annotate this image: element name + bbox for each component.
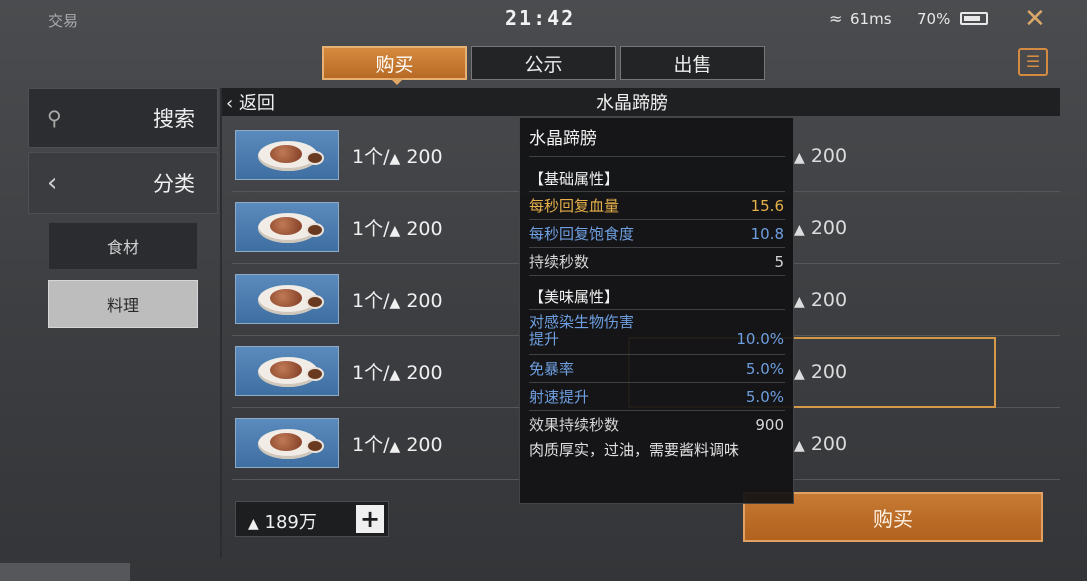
subcategory-label: 料理	[106, 296, 139, 315]
attr-row: 每秒回复饱食度 10.8	[529, 225, 784, 243]
currency-icon: ▲	[794, 150, 805, 166]
subcategory-label: 食材	[106, 238, 139, 257]
flavor-attributes-header: 【美味属性】	[529, 288, 620, 306]
listing-price: 1个/▲ 200	[352, 434, 443, 456]
close-icon[interactable]: ✕	[1024, 4, 1046, 34]
search-button[interactable]: ⚲ 搜索	[28, 88, 218, 148]
currency-icon: ▲	[389, 223, 401, 239]
right-listing-price[interactable]: ▲ 200	[794, 289, 847, 311]
tab-sell[interactable]: 出售	[620, 46, 765, 80]
tab-label: 公示	[524, 53, 563, 76]
right-listing-price[interactable]: ▲ 200	[794, 433, 847, 455]
ping-readout: 61ms	[850, 10, 892, 28]
attr-row: 每秒回复血量 15.6	[529, 197, 784, 215]
back-label: 返回	[238, 93, 275, 114]
dish-thumbnail	[235, 130, 339, 180]
app-title: 交易	[48, 12, 79, 30]
dish-thumbnail	[235, 346, 339, 396]
clipboard-icon[interactable]: ☰	[1018, 48, 1048, 76]
item-title: 水晶蹄膀	[596, 93, 668, 114]
currency-balance: ▲ 189万 +	[235, 501, 389, 537]
tooltip-title: 水晶蹄膀	[529, 129, 597, 149]
dish-thumbnail	[235, 418, 339, 468]
attr-row: 对感染生物伤害 提升 10.0%	[529, 313, 784, 349]
currency-icon: ▲	[389, 439, 401, 455]
trade-screen: 交易 21:42 ≈ 61ms 70% ✕ 购买 公示 出售 ☰ ⚲ 搜索 ‹ …	[0, 0, 1087, 581]
category-button[interactable]: ‹ 分类	[28, 152, 218, 214]
back-corner[interactable]	[0, 563, 130, 581]
back-button[interactable]: ‹ 返回	[226, 89, 275, 115]
currency-icon: ▲	[389, 295, 401, 311]
chevron-left-icon: ‹	[226, 93, 234, 114]
subcategory-dishes[interactable]: 料理	[48, 280, 198, 328]
right-listing-price[interactable]: ▲ 200	[794, 145, 847, 167]
battery-icon	[960, 12, 988, 25]
tab-label: 购买	[375, 53, 414, 76]
search-label: 搜索	[153, 107, 195, 131]
dish-thumbnail	[235, 202, 339, 252]
tab-buy[interactable]: 购买	[322, 46, 467, 85]
attr-row: 射速提升 5.0%	[529, 388, 784, 406]
currency-icon: ▲	[389, 367, 401, 383]
divider	[220, 88, 222, 558]
attr-row: 持续秒数 5	[529, 253, 784, 271]
attr-row: 效果持续秒数 900	[529, 416, 784, 434]
listing-price: 1个/▲ 200	[352, 362, 443, 384]
tab-announce[interactable]: 公示	[471, 46, 616, 80]
search-icon: ⚲	[47, 106, 62, 130]
currency-icon: ▲	[794, 294, 805, 310]
wifi-icon: ≈	[829, 9, 843, 28]
battery-percent: 70%	[917, 10, 951, 28]
balance-amount: 189万	[264, 512, 317, 533]
listing-price: 1个/▲ 200	[352, 218, 443, 240]
add-currency-button[interactable]: +	[356, 505, 384, 533]
chevron-left-icon: ‹	[47, 168, 58, 198]
listing-price: 1个/▲ 200	[352, 290, 443, 312]
basic-attributes-header: 【基础属性】	[529, 170, 620, 188]
attr-row: 免暴率 5.0%	[529, 360, 784, 378]
clock: 21:42	[505, 6, 576, 30]
listing-price: 1个/▲ 200	[352, 146, 443, 168]
item-description: 肉质厚实，过油，需要酱料调味	[529, 441, 740, 459]
item-tooltip: 水晶蹄膀 【基础属性】 每秒回复血量 15.6 每秒回复饱食度 10.8 持续秒数 5…	[519, 117, 794, 504]
tab-label: 出售	[673, 53, 712, 76]
currency-icon: ▲	[389, 151, 401, 167]
currency-icon: ▲	[794, 438, 805, 454]
right-listing-price[interactable]: ▲ 200	[794, 217, 847, 239]
subcategory-ingredients[interactable]: 食材	[48, 222, 198, 270]
category-label: 分类	[153, 172, 195, 196]
dish-thumbnail	[235, 274, 339, 324]
currency-icon: ▲	[794, 222, 805, 238]
currency-icon: ▲	[248, 516, 259, 532]
